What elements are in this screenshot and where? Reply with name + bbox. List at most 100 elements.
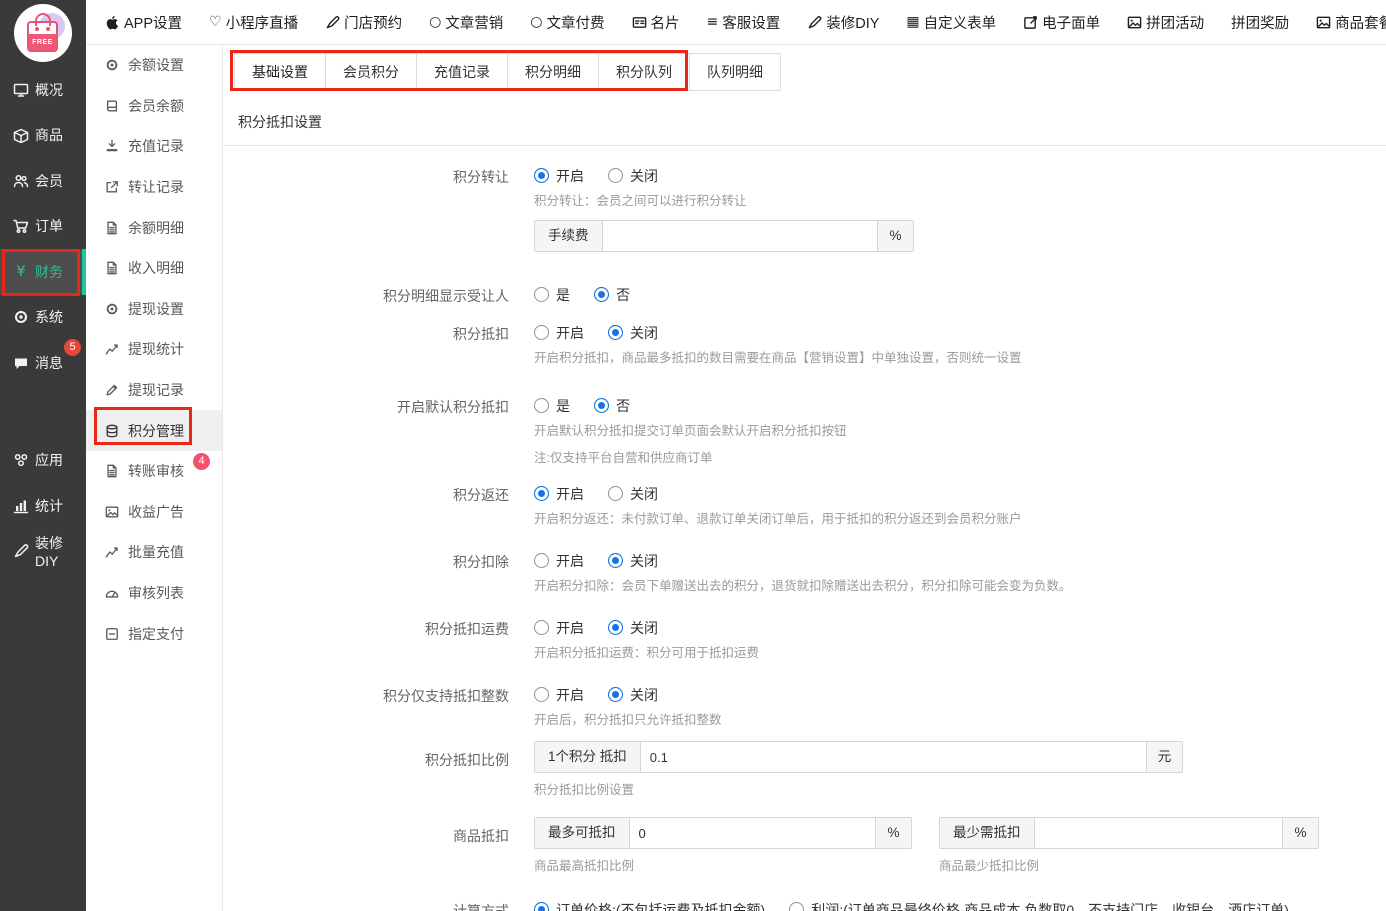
radio-icon[interactable] — [534, 553, 549, 568]
submenu-balance-details[interactable]: 余额明细 — [86, 207, 222, 248]
radio-option-on[interactable]: 开启 — [534, 618, 584, 638]
submenu-label: 余额设置 — [128, 55, 184, 75]
radio-icon[interactable] — [789, 902, 804, 911]
row-integer-only: 积分仅支持抵扣整数 开启 关闭 开启后，积分抵扣只允许抵扣整数 — [223, 684, 1386, 729]
topnav-business-card[interactable]: 名片 — [632, 12, 680, 33]
radio-icon[interactable] — [534, 325, 549, 340]
radio-option-off[interactable]: 关闭 — [608, 618, 658, 638]
submenu-points-management[interactable]: 积分管理 — [86, 410, 222, 451]
submenu-label: 提现设置 — [128, 299, 184, 319]
edit-icon — [1023, 15, 1038, 30]
topnav-decorate-diy[interactable]: 装修DIY — [807, 12, 879, 33]
sidebar-item-orders[interactable]: 订单 — [0, 204, 86, 250]
sidebar-item-statistics[interactable]: 统计 — [0, 483, 86, 529]
app-logo[interactable]: FREE — [14, 4, 72, 62]
topnav-miniprogram-live[interactable]: ♡小程序直播 — [209, 12, 298, 33]
radio-option-profit[interactable]: 利润:(订单商品最终价格-商品成本,负数取0。不支持门店、收银台、酒店订单) — [789, 900, 1289, 911]
topnav-app-settings[interactable]: APP设置 — [105, 12, 182, 33]
sidebar-item-messages[interactable]: 消息5 — [0, 340, 86, 386]
tab-points-queue[interactable]: 积分队列 — [598, 53, 690, 91]
radio-option-order-price[interactable]: 订单价格:(不包括运费及抵扣金额) — [534, 900, 765, 911]
submenu-transfer-review[interactable]: 转账审核4 — [86, 451, 222, 492]
sidebar-item-members[interactable]: 会员 — [0, 158, 86, 204]
radio-option-off[interactable]: 关闭 — [608, 323, 658, 343]
submenu-review-list[interactable]: 审核列表 — [86, 573, 222, 614]
radio-option-off[interactable]: 关闭 — [608, 685, 658, 705]
radio-icon[interactable] — [534, 902, 549, 911]
radio-icon[interactable] — [594, 287, 609, 302]
help-text: 积分抵扣比例设置 — [534, 781, 1386, 799]
tab-points-details[interactable]: 积分明细 — [507, 53, 599, 91]
radio-option-on[interactable]: 开启 — [534, 484, 584, 504]
topnav-store-booking[interactable]: 门店预约 — [325, 12, 402, 33]
min-deduction-input[interactable] — [1035, 818, 1283, 848]
sidebar-item-apps[interactable]: 应用 — [0, 438, 86, 484]
external-link-icon — [105, 180, 119, 194]
radio-icon[interactable] — [534, 687, 549, 702]
tab-member-points[interactable]: 会员积分 — [325, 53, 417, 91]
radio-icon[interactable] — [608, 325, 623, 340]
radio-option-yes[interactable]: 是 — [534, 396, 570, 416]
submenu-income-details[interactable]: 收入明细 — [86, 248, 222, 289]
sidebar-item-decorate-diy[interactable]: 装修DIY — [0, 529, 86, 575]
fee-input-group: 手续费 % — [534, 220, 914, 252]
radio-option-on[interactable]: 开启 — [534, 166, 584, 186]
sidebar-item-overview[interactable]: 概况 — [0, 67, 86, 113]
submenu-batch-recharge[interactable]: 批量充值 — [86, 532, 222, 573]
topnav-product-bundle[interactable]: 商品套餐 — [1316, 12, 1386, 33]
tab-recharge-records[interactable]: 充值记录 — [416, 53, 508, 91]
radio-icon[interactable] — [608, 553, 623, 568]
radio-option-off[interactable]: 关闭 — [608, 484, 658, 504]
radio-option-on[interactable]: 开启 — [534, 551, 584, 571]
radio-option-no[interactable]: 否 — [594, 396, 630, 416]
submenu-member-balance[interactable]: 会员余额 — [86, 86, 222, 127]
submenu-balance-settings[interactable]: 余额设置 — [86, 45, 222, 86]
radio-icon[interactable] — [608, 168, 623, 183]
gear-icon — [105, 58, 119, 72]
topnav-article-marketing[interactable]: ○文章营销 — [429, 12, 503, 33]
tab-basic-settings[interactable]: 基础设置 — [234, 53, 326, 91]
submenu-revenue-ads[interactable]: 收益广告 — [86, 492, 222, 533]
radio-icon[interactable] — [534, 620, 549, 635]
sidebar-item-finance[interactable]: ¥财务 — [0, 249, 86, 295]
topnav-group-activity[interactable]: 拼团活动 — [1127, 12, 1204, 33]
topnav-article-paid[interactable]: ○文章付费 — [530, 12, 604, 33]
admin-app: APP设置 ♡小程序直播 门店预约 ○文章营销 ○文章付费 名片 ≡客服设置 装… — [0, 0, 1386, 911]
field-label: 计算方式 — [223, 899, 509, 911]
radio-option-off[interactable]: 关闭 — [608, 551, 658, 571]
topnav-e-waybill[interactable]: 电子面单 — [1023, 12, 1100, 33]
radio-icon[interactable] — [534, 168, 549, 183]
radio-icon[interactable] — [534, 287, 549, 302]
radio-option-off[interactable]: 关闭 — [608, 166, 658, 186]
radio-icon[interactable] — [608, 620, 623, 635]
radio-option-on[interactable]: 开启 — [534, 685, 584, 705]
topnav-customer-service[interactable]: ≡客服设置 — [707, 12, 781, 33]
topnav-group-reward[interactable]: 拼团奖励 — [1231, 12, 1289, 33]
radio-icon[interactable] — [608, 486, 623, 501]
submenu-withdraw-stats[interactable]: 提现统计 — [86, 329, 222, 370]
sidebar-label: 财务 — [35, 262, 63, 282]
radio-icon[interactable] — [594, 398, 609, 413]
sidebar-item-system[interactable]: 系统 — [0, 295, 86, 341]
radio-option-yes[interactable]: 是 — [534, 285, 570, 305]
radio-icon[interactable] — [534, 398, 549, 413]
submenu-withdraw-settings[interactable]: 提现设置 — [86, 289, 222, 330]
radio-option-on[interactable]: 开启 — [534, 323, 584, 343]
chat-icon — [13, 355, 29, 371]
sidebar-item-goods[interactable]: 商品 — [0, 113, 86, 159]
gear-icon — [13, 309, 29, 325]
submenu-transfer-records[interactable]: 转让记录 — [86, 167, 222, 208]
chart-bar-icon — [13, 498, 29, 514]
topnav-custom-form[interactable]: ▦自定义表单 — [906, 12, 996, 33]
field-label: 开启默认积分抵扣 — [223, 395, 509, 467]
submenu-designated-payment[interactable]: 指定支付 — [86, 613, 222, 654]
tab-queue-details[interactable]: 队列明细 — [689, 53, 781, 91]
fee-input[interactable] — [603, 221, 878, 251]
radio-icon[interactable] — [534, 486, 549, 501]
radio-option-no[interactable]: 否 — [594, 285, 630, 305]
max-deduction-input[interactable] — [630, 818, 876, 848]
radio-icon[interactable] — [608, 687, 623, 702]
submenu-recharge-records[interactable]: 充值记录 — [86, 126, 222, 167]
ratio-input[interactable] — [641, 742, 1146, 772]
submenu-withdraw-records[interactable]: 提现记录 — [86, 370, 222, 411]
